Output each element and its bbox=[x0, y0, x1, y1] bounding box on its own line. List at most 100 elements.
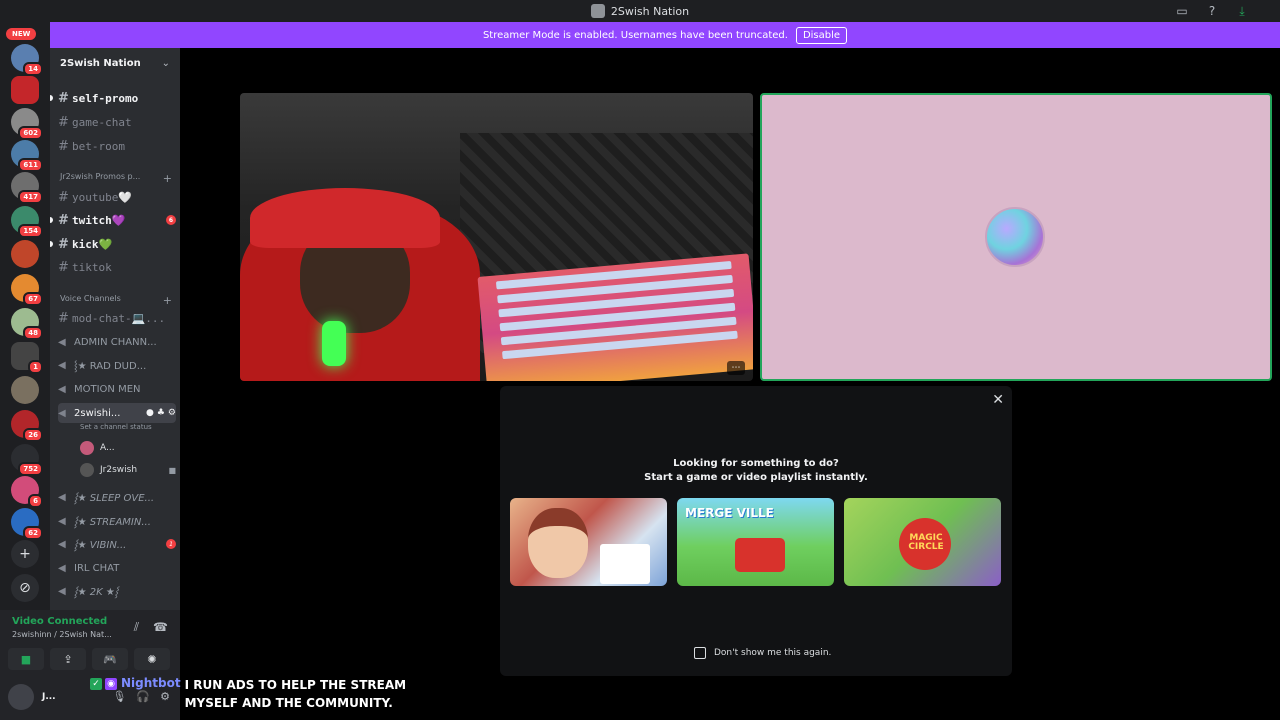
speaker-icon: ◀ bbox=[58, 538, 66, 550]
activity-heading: Looking for something to do? bbox=[673, 458, 839, 469]
server-icon[interactable]: 752 bbox=[11, 444, 43, 476]
webcam-tile[interactable]: ⋯ bbox=[240, 93, 753, 381]
disable-button[interactable]: Disable bbox=[795, 26, 848, 44]
server-icon[interactable]: 602 bbox=[11, 108, 43, 140]
add-server-icon[interactable]: + bbox=[11, 540, 39, 568]
chat-username: Nightbot bbox=[121, 676, 181, 690]
participant-tile[interactable] bbox=[760, 93, 1272, 381]
camera-button[interactable]: ■ bbox=[8, 648, 44, 670]
server-icon[interactable]: 67 bbox=[11, 274, 43, 306]
server-icon[interactable]: 14 bbox=[11, 44, 43, 76]
hash-icon: # bbox=[58, 90, 69, 106]
server-icon[interactable] bbox=[11, 376, 39, 404]
unread-indicator bbox=[50, 241, 53, 247]
more-options-icon[interactable]: ⋯ bbox=[727, 361, 745, 375]
channel-twitch[interactable]: # twitch💜 6 bbox=[58, 210, 176, 230]
gear-icon[interactable]: ⚙ bbox=[168, 408, 176, 418]
speaker-icon: ◀ bbox=[58, 359, 66, 371]
server-icon[interactable]: 417 bbox=[11, 172, 43, 204]
user-name: J... bbox=[42, 692, 56, 702]
chat-message: I RUN ADS TO HELP THE STREAM MYSELF AND … bbox=[184, 678, 407, 710]
speaker-icon: ◀ bbox=[58, 585, 66, 597]
stream-chat-overlay: ✓ ◉ Nightbot I RUN ADS TO HELP THE STREA… bbox=[90, 676, 445, 712]
server-icon[interactable]: 154 bbox=[11, 206, 43, 238]
channel-status-hint[interactable]: Set a channel status bbox=[80, 423, 152, 431]
game-logo: MAGIC CIRCLE bbox=[908, 533, 944, 552]
game-card[interactable] bbox=[510, 498, 667, 586]
channel-kick[interactable]: # kick💚 bbox=[58, 234, 176, 254]
activity-button[interactable]: 🎮 bbox=[92, 648, 128, 670]
channel-sidebar: 2Swish Nation ⌄ # self-promo # game-chat #… bbox=[50, 48, 180, 610]
checkbox[interactable] bbox=[694, 647, 706, 659]
server-icon[interactable]: 26 bbox=[11, 410, 43, 442]
server-icon[interactable] bbox=[11, 240, 39, 268]
channel-tiktok[interactable]: # tiktok bbox=[58, 257, 176, 277]
server-icon[interactable]: 48 bbox=[11, 308, 43, 340]
noise-suppression-icon[interactable]: ⫽ bbox=[134, 620, 139, 635]
voice-channel-motion-men[interactable]: ◀ MOTION MEN bbox=[58, 379, 176, 399]
voice-channel-irl-chat[interactable]: ◀ IRL CHAT bbox=[58, 558, 176, 578]
inbox-icon[interactable]: ▭ bbox=[1174, 3, 1190, 19]
game-card[interactable]: MAGIC CIRCLE bbox=[844, 498, 1001, 586]
voice-user[interactable]: Jr2swish ■ bbox=[80, 461, 176, 479]
add-channel-icon[interactable]: + bbox=[163, 294, 172, 307]
mention-badge: 6 bbox=[166, 215, 176, 225]
avatar bbox=[80, 441, 94, 455]
add-member-icon[interactable]: ♣ bbox=[157, 408, 165, 418]
voice-channel-rad-dud[interactable]: ◀ ⸾★ RAD DUD... bbox=[58, 355, 176, 375]
category-voice[interactable]: Voice Channels + bbox=[60, 294, 172, 307]
category-promos[interactable]: Jr2swish Promos p... + bbox=[60, 172, 172, 185]
close-icon[interactable]: ✕ bbox=[992, 392, 1004, 408]
screen-share-button[interactable]: ⇪ bbox=[50, 648, 86, 670]
server-icon[interactable] bbox=[11, 76, 39, 104]
microphone-glow bbox=[322, 321, 346, 366]
voice-channel-2k[interactable]: ◀ ⸾★ 2K ★⸾ bbox=[58, 581, 176, 601]
unread-indicator bbox=[50, 95, 53, 101]
voice-channel-streamin[interactable]: ◀ ⸾★ STREAMIN... bbox=[58, 511, 176, 531]
voice-channel-admin[interactable]: ◀ ADMIN CHANN... bbox=[58, 332, 176, 352]
disconnect-icon[interactable]: ☎ bbox=[153, 620, 168, 635]
server-icon[interactable]: 611 bbox=[11, 140, 43, 172]
soundboard-button[interactable]: ✺ bbox=[134, 648, 170, 670]
download-icon[interactable]: ⤓ bbox=[1234, 3, 1250, 19]
hash-icon: # bbox=[58, 138, 69, 154]
voice-connected-status[interactable]: Video Connected bbox=[12, 616, 107, 627]
unread-indicator bbox=[50, 217, 53, 223]
hash-icon: # bbox=[58, 310, 69, 326]
avatar bbox=[80, 463, 94, 477]
server-icon[interactable]: 62 bbox=[11, 508, 43, 540]
channel-self-promo[interactable]: # self-promo bbox=[58, 88, 176, 108]
channel-youtube[interactable]: # youtube🤍 bbox=[58, 187, 176, 207]
add-channel-icon[interactable]: + bbox=[163, 172, 172, 185]
game-card[interactable]: MERGE VILLE bbox=[677, 498, 834, 586]
server-icon[interactable]: 6 bbox=[11, 476, 43, 508]
voice-channel-active[interactable]: ◀ 2swishi... ● ♣ ⚙ bbox=[58, 403, 176, 423]
voice-channel-sleep[interactable]: ◀ ⸾★ SLEEP OVE... bbox=[58, 487, 176, 507]
server-name[interactable]: 2Swish Nation bbox=[60, 58, 141, 69]
chat-icon[interactable]: ● bbox=[146, 408, 154, 418]
help-icon[interactable]: ? bbox=[1204, 3, 1220, 19]
streamer-mode-banner: Streamer Mode is enabled. Usernames have… bbox=[50, 22, 1280, 48]
game-logo: MERGE VILLE bbox=[685, 506, 774, 520]
monitor-screen bbox=[477, 253, 753, 381]
mention-badge: 1 bbox=[166, 539, 176, 549]
explore-icon[interactable]: ⊘ bbox=[11, 574, 39, 602]
channel-bet-room[interactable]: # bet-room bbox=[58, 136, 176, 156]
voice-user[interactable]: A... bbox=[80, 439, 176, 457]
voice-location[interactable]: 2swishinn / 2Swish Nat... bbox=[12, 630, 112, 639]
speaker-icon: ◀ bbox=[58, 491, 66, 503]
hash-icon: # bbox=[58, 236, 69, 252]
chevron-down-icon[interactable]: ⌄ bbox=[162, 58, 170, 69]
dont-show-checkbox[interactable]: Don't show me this again. bbox=[694, 647, 831, 659]
hash-icon: # bbox=[58, 114, 69, 130]
voice-channel-vibin[interactable]: ◀ ⸾★ VIBIN... 1 bbox=[58, 534, 176, 554]
check-badge-icon: ✓ bbox=[90, 678, 102, 690]
new-badge[interactable]: NEW bbox=[6, 28, 37, 40]
speaker-icon: ◀ bbox=[58, 515, 66, 527]
server-icon[interactable]: 1 bbox=[11, 342, 43, 374]
bot-badge-icon: ◉ bbox=[105, 678, 117, 690]
channel-game-chat[interactable]: # game-chat bbox=[58, 112, 176, 132]
channel-mod-chat[interactable]: # mod-chat-💻... bbox=[58, 308, 176, 328]
titlebar: 2Swish Nation ▭ ? ⤓ bbox=[0, 0, 1280, 22]
avatar[interactable] bbox=[8, 684, 34, 710]
